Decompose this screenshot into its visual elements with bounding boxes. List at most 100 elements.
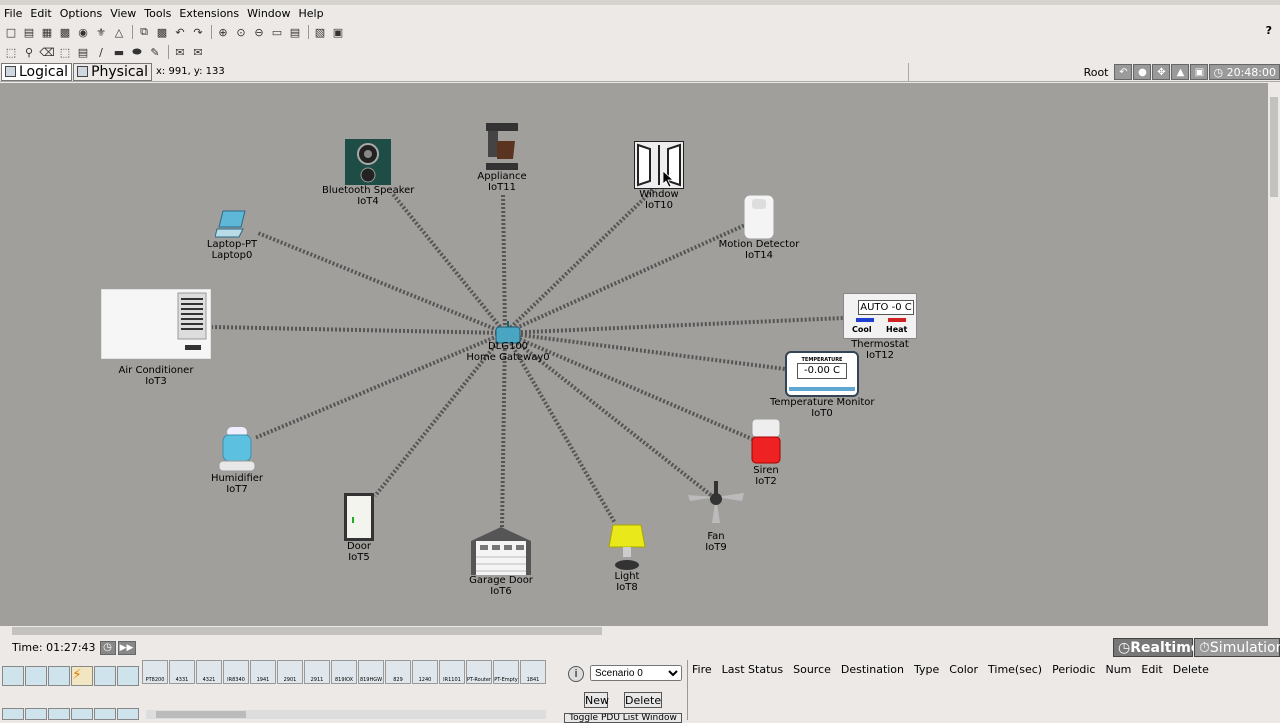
drawing-palette-icon[interactable]: ▭ bbox=[269, 24, 285, 40]
menu-file[interactable]: File bbox=[4, 7, 22, 20]
new-cluster-icon[interactable]: ● bbox=[1133, 64, 1152, 80]
fast-forward-icon[interactable]: ▶▶ bbox=[117, 640, 136, 655]
category-end-devices[interactable] bbox=[25, 666, 47, 686]
device-model-item[interactable]: 1841 bbox=[520, 660, 546, 684]
tab-logical[interactable]: Logical bbox=[1, 62, 73, 81]
menu-help[interactable]: Help bbox=[299, 7, 324, 20]
subcategory-hubs[interactable] bbox=[48, 708, 70, 720]
scenario-info-icon[interactable]: i bbox=[568, 666, 584, 682]
scenario-select[interactable]: Scenario 0 bbox=[590, 665, 682, 681]
scrollbar-thumb[interactable] bbox=[156, 711, 246, 718]
device-list-scrollbar[interactable] bbox=[146, 710, 546, 719]
device-model-item[interactable]: 1240 bbox=[412, 660, 438, 684]
device-model-item[interactable]: 819HGW bbox=[358, 660, 384, 684]
root-label[interactable]: Root bbox=[1084, 66, 1109, 79]
power-cycle-icon[interactable]: ◷ bbox=[99, 640, 116, 655]
image-icon[interactable]: ▣ bbox=[330, 24, 346, 40]
menu-extensions[interactable]: Extensions bbox=[179, 7, 239, 20]
logical-workspace[interactable]: Bluetooth Speaker IoT4 Appliance IoT11 W… bbox=[0, 83, 1268, 626]
device-model-item[interactable]: 4331 bbox=[169, 660, 195, 684]
device-model-item[interactable]: IR1101 bbox=[439, 660, 465, 684]
device-air-conditioner[interactable]: Air Conditioner IoT3 bbox=[100, 289, 212, 387]
info-icon[interactable]: ◉ bbox=[75, 24, 91, 40]
viewport-icon[interactable]: ▧ bbox=[312, 24, 328, 40]
device-model-item[interactable]: PT-Router bbox=[466, 660, 492, 684]
save-icon[interactable]: ▦ bbox=[39, 24, 55, 40]
print-icon[interactable]: ▩ bbox=[57, 24, 73, 40]
pdu-col-delete[interactable]: Delete bbox=[1173, 663, 1209, 676]
pdu-col-edit[interactable]: Edit bbox=[1141, 663, 1162, 676]
custom-device-icon[interactable]: △ bbox=[111, 24, 127, 40]
realtime-mode-button[interactable]: ◷ Realtime bbox=[1113, 638, 1200, 657]
device-garage-door[interactable]: Garage Door IoT6 bbox=[466, 527, 536, 597]
pdu-col-type[interactable]: Type bbox=[914, 663, 939, 676]
subcategory-wan-emulation[interactable] bbox=[117, 708, 139, 720]
menu-edit[interactable]: Edit bbox=[30, 7, 51, 20]
freeform-icon[interactable]: ✎ bbox=[147, 44, 163, 60]
place-note-icon[interactable]: ▤ bbox=[75, 44, 91, 60]
help-button[interactable]: ? bbox=[1266, 24, 1272, 37]
menu-tools[interactable]: Tools bbox=[144, 7, 171, 20]
menu-view[interactable]: View bbox=[110, 7, 136, 20]
category-components[interactable] bbox=[48, 666, 70, 686]
device-motion-detector[interactable]: Motion Detector IoT14 bbox=[716, 195, 802, 261]
zoom-in-icon[interactable]: ⊕ bbox=[215, 24, 231, 40]
subcategory-wireless[interactable] bbox=[71, 708, 93, 720]
simulation-mode-button[interactable]: ⏱ Simulation bbox=[1194, 638, 1280, 657]
device-model-item[interactable]: 829 bbox=[385, 660, 411, 684]
add-simple-pdu-icon[interactable]: ✉ bbox=[172, 44, 188, 60]
device-model-item[interactable]: PT8200 bbox=[142, 660, 168, 684]
pdu-col-time[interactable]: Time(sec) bbox=[988, 663, 1042, 676]
pdu-col-num[interactable]: Num bbox=[1105, 663, 1131, 676]
draw-line-icon[interactable]: ∕ bbox=[93, 44, 109, 60]
new-scenario-button[interactable]: New bbox=[584, 692, 609, 708]
device-model-item[interactable]: PT-Empty bbox=[493, 660, 519, 684]
pdu-col-last-status[interactable]: Last Status bbox=[722, 663, 783, 676]
zoom-out-icon[interactable]: ⊖ bbox=[251, 24, 267, 40]
device-laptop[interactable]: Laptop-PT Laptop0 bbox=[200, 209, 264, 261]
workspace-vertical-scrollbar[interactable] bbox=[1268, 83, 1280, 626]
device-door[interactable]: Door IoT5 bbox=[338, 493, 380, 563]
delete-scenario-button[interactable]: Delete bbox=[624, 692, 662, 708]
custom-devices-dialog-icon[interactable]: ▤ bbox=[287, 24, 303, 40]
pdu-col-color[interactable]: Color bbox=[949, 663, 978, 676]
device-appliance[interactable]: Appliance IoT11 bbox=[470, 123, 534, 193]
undo-icon[interactable]: ↶ bbox=[172, 24, 188, 40]
pdu-col-destination[interactable]: Destination bbox=[841, 663, 904, 676]
redo-icon[interactable]: ↷ bbox=[190, 24, 206, 40]
add-complex-pdu-icon[interactable]: ✉ bbox=[190, 44, 206, 60]
back-icon[interactable]: ↶ bbox=[1114, 64, 1133, 80]
subcategory-security[interactable] bbox=[94, 708, 116, 720]
device-model-item[interactable]: 1941 bbox=[250, 660, 276, 684]
draw-rectangle-icon[interactable]: ▬ bbox=[111, 44, 127, 60]
activity-wizard-icon[interactable]: ⚜ bbox=[93, 24, 109, 40]
device-model-item[interactable]: IR8340 bbox=[223, 660, 249, 684]
new-file-icon[interactable]: □ bbox=[3, 24, 19, 40]
open-folder-icon[interactable]: ▤ bbox=[21, 24, 37, 40]
resize-shape-icon[interactable]: ⬚ bbox=[57, 44, 73, 60]
toggle-pdu-list-button[interactable]: Toggle PDU List Window bbox=[564, 713, 682, 723]
scrollbar-thumb[interactable] bbox=[1270, 97, 1278, 197]
move-object-icon[interactable]: ✥ bbox=[1152, 64, 1171, 80]
device-humidifier[interactable]: Humidifier IoT7 bbox=[206, 427, 268, 495]
category-multiuser[interactable] bbox=[117, 666, 139, 686]
device-model-item[interactable]: 819IOX bbox=[331, 660, 357, 684]
copy-icon[interactable]: ⧉ bbox=[136, 24, 152, 40]
viewport-toggle-icon[interactable]: ▣ bbox=[1190, 64, 1209, 80]
category-miscellaneous[interactable] bbox=[94, 666, 116, 686]
subcategory-routers[interactable] bbox=[2, 708, 24, 720]
device-siren[interactable]: Siren IoT2 bbox=[742, 419, 790, 487]
inspect-icon[interactable]: ⚲ bbox=[21, 44, 37, 60]
workspace-horizontal-scrollbar[interactable] bbox=[0, 626, 1268, 636]
device-bluetooth-speaker[interactable]: Bluetooth Speaker IoT4 bbox=[322, 139, 414, 207]
category-connections-icon[interactable]: ⚡ bbox=[71, 666, 93, 686]
device-home-gateway[interactable]: DLG100 Home Gateway0 bbox=[466, 321, 550, 363]
category-network-devices[interactable] bbox=[2, 666, 24, 686]
device-light[interactable]: Light IoT8 bbox=[604, 523, 650, 593]
device-temperature-monitor[interactable]: TEMPERATURE -0.00 C Temperature Monitor … bbox=[770, 351, 875, 419]
zoom-reset-icon[interactable]: ⊙ bbox=[233, 24, 249, 40]
draw-ellipse-icon[interactable]: ⬬ bbox=[129, 44, 145, 60]
device-fan[interactable]: Fan IoT9 bbox=[678, 481, 754, 553]
device-model-item[interactable]: 2901 bbox=[277, 660, 303, 684]
delete-icon[interactable]: ⌫ bbox=[39, 44, 55, 60]
